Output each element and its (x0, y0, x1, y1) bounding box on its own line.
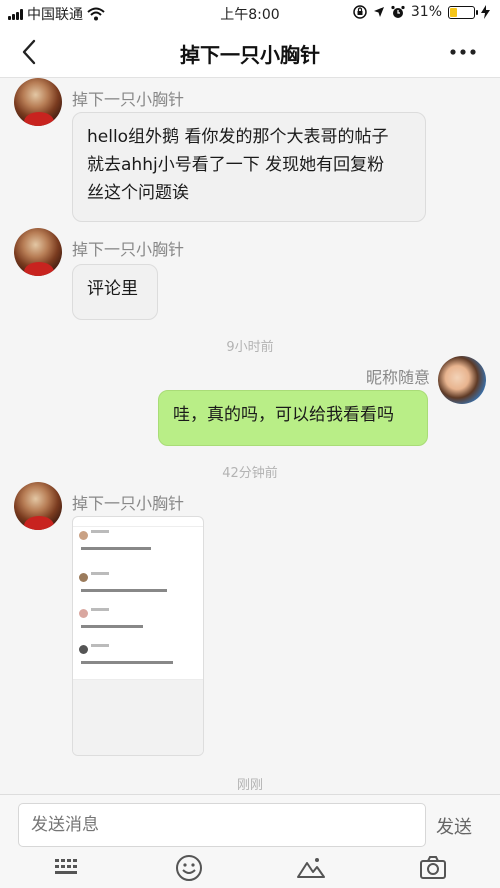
message-line: 丝这个问题诶 (87, 183, 189, 203)
send-button[interactable]: 发送 (436, 813, 472, 839)
screenshot-row (73, 605, 203, 641)
message-bubble[interactable]: 哇，真的吗，可以给我看看吗 (158, 390, 428, 446)
avatar[interactable] (438, 356, 486, 404)
message-line: 哇，真的吗，可以给我看看吗 (173, 405, 394, 425)
status-right: 31% (353, 4, 490, 20)
timestamp: 9小时前 (226, 340, 274, 355)
screenshot-row (73, 641, 203, 677)
page-title: 掉下一只小胸针 (180, 43, 320, 67)
avatar[interactable] (14, 78, 62, 126)
message-line: 评论里 (87, 279, 138, 299)
sender-name: 掉下一只小胸针 (72, 90, 185, 109)
composer-bar: 发送 (0, 794, 500, 888)
avatar[interactable] (14, 228, 62, 276)
composer-toolbar (0, 853, 500, 883)
avatar[interactable] (14, 482, 62, 530)
sender-name: 掉下一只小胸针 (72, 240, 185, 259)
battery-percent: 31% (410, 4, 442, 20)
sender-name: 昵称随意 (365, 368, 430, 387)
message-bubble[interactable]: hello组外鹅 看你发的那个大表哥的帖子 就去ahhj小号看了一下 发现她有回… (72, 112, 426, 222)
alarm-icon (391, 5, 405, 18)
screen-lock-icon (353, 5, 367, 19)
timestamp: 刚刚 (236, 778, 263, 793)
charging-icon (481, 5, 490, 19)
more-dots-icon[interactable] (448, 42, 478, 62)
battery-fill (450, 7, 458, 17)
screenshot-row (73, 569, 203, 605)
message-bubble[interactable]: 评论里 (72, 264, 158, 320)
emoji-icon[interactable] (174, 853, 204, 883)
keyboard-icon[interactable] (52, 853, 82, 883)
message-line: hello组外鹅 看你发的那个大表哥的帖子 (87, 127, 389, 147)
message-line: 就去ahhj小号看了一下 发现她有回复粉 (87, 155, 385, 175)
screenshot-header (73, 517, 203, 527)
screenshot-row (73, 527, 203, 563)
screenshot-footer (73, 679, 203, 755)
sender-name: 掉下一只小胸针 (72, 494, 185, 513)
status-bar: 中国联通 上午8:00 31% (0, 0, 500, 26)
camera-icon[interactable] (418, 853, 448, 883)
location-arrow-icon (373, 7, 384, 17)
battery-icon (448, 5, 478, 19)
screenshot-image[interactable] (72, 516, 204, 756)
nav-bar: 掉下一只小胸针 (0, 26, 500, 78)
timestamp: 42分钟前 (222, 466, 278, 481)
message-input[interactable] (18, 803, 426, 847)
image-icon[interactable] (296, 853, 326, 883)
